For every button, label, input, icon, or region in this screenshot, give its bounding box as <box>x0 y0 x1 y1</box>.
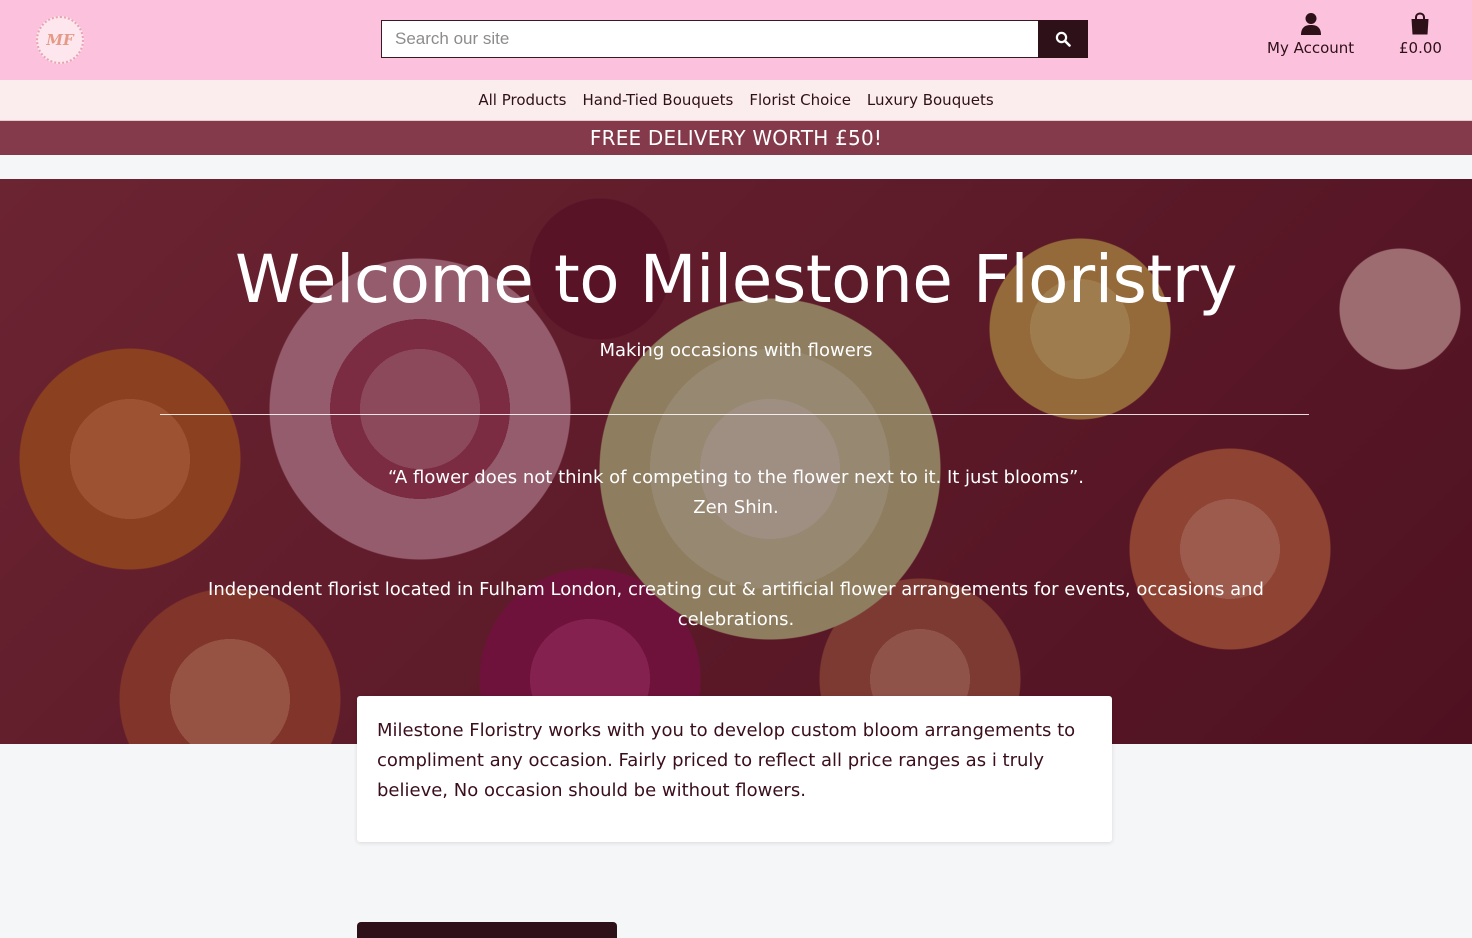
search-icon <box>1055 31 1071 47</box>
hero-quote: “A flower does not think of competing to… <box>387 467 1085 488</box>
hero-divider <box>160 414 1309 415</box>
search-form <box>381 20 1088 58</box>
category-nav: All Products Hand-Tied Bouquets Florist … <box>0 80 1472 121</box>
search-button[interactable] <box>1038 20 1088 58</box>
search-input[interactable] <box>381 20 1038 58</box>
logo-text: MF <box>46 31 74 49</box>
hero-description: Independent florist located in Fulham Lo… <box>208 579 1264 630</box>
nav-luxury-bouquets[interactable]: Luxury Bouquets <box>867 91 994 109</box>
site-logo[interactable]: MF <box>36 16 84 64</box>
call-to-action-button[interactable] <box>357 922 617 938</box>
promo-banner: FREE DELIVERY WORTH £50! <box>0 121 1472 155</box>
hero-subtitle: Making occasions with flowers <box>599 340 873 361</box>
site-header: MF My Account £0.00 <box>0 0 1472 80</box>
hero-title: Welcome to Milestone Floristry <box>234 241 1238 318</box>
hero-section: Welcome to Milestone Floristry Making oc… <box>0 179 1472 744</box>
hero-quote-author: Zen Shin. <box>693 497 779 518</box>
my-account-link[interactable]: My Account <box>1267 12 1354 57</box>
user-icon <box>1300 13 1321 35</box>
info-card: Milestone Floristry works with you to de… <box>357 696 1112 842</box>
nav-hand-tied-bouquets[interactable]: Hand-Tied Bouquets <box>582 91 733 109</box>
basket-link[interactable]: £0.00 <box>1399 12 1442 57</box>
info-card-text: Milestone Floristry works with you to de… <box>377 720 1076 801</box>
basket-total: £0.00 <box>1399 39 1442 57</box>
promo-text: FREE DELIVERY WORTH £50! <box>589 126 883 150</box>
shopping-bag-icon <box>1411 12 1429 35</box>
my-account-label: My Account <box>1267 39 1355 57</box>
nav-florist-choice[interactable]: Florist Choice <box>749 91 851 109</box>
nav-all-products[interactable]: All Products <box>478 91 566 109</box>
